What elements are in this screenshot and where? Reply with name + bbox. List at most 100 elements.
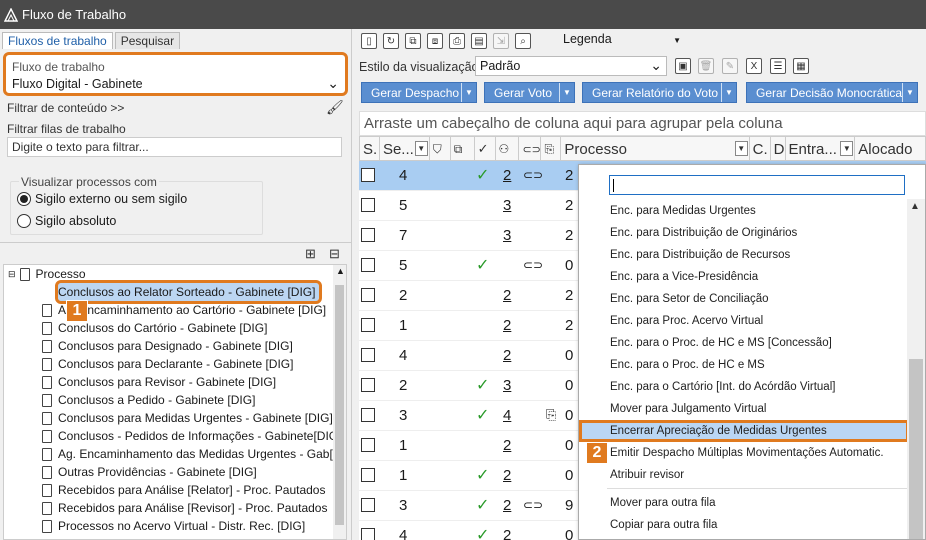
col-processo[interactable]: Processo ▼ bbox=[561, 137, 750, 161]
menu-item[interactable]: Enc. para Setor de Conciliação bbox=[579, 288, 909, 310]
collapse-icon[interactable]: ⊟ bbox=[8, 269, 16, 280]
menu-item[interactable]: Emitir Despacho Múltiplas Movimentações … bbox=[579, 442, 909, 464]
col-d[interactable]: D bbox=[771, 137, 786, 161]
col-check[interactable]: ✓ bbox=[475, 137, 496, 161]
menu-item[interactable]: Copiar para outra fila bbox=[579, 514, 909, 536]
dropdown-arrow-icon[interactable]: ▼ bbox=[840, 141, 854, 156]
tab-fluxos[interactable]: Fluxos de trabalho bbox=[2, 32, 113, 49]
dropdown-arrow-icon[interactable]: ▼ bbox=[721, 83, 736, 102]
row-checkbox[interactable] bbox=[361, 258, 375, 272]
menu-item[interactable]: Mover para Julgamento Virtual bbox=[579, 398, 909, 420]
col-alocado[interactable]: Alocado bbox=[855, 137, 925, 161]
tab-pesquisar[interactable]: Pesquisar bbox=[114, 32, 181, 49]
share-icon[interactable]: ⇲ bbox=[493, 33, 509, 49]
scroll-up-icon[interactable]: ▲ bbox=[336, 266, 345, 276]
count-link[interactable]: 3 bbox=[503, 377, 511, 394]
menu-item[interactable]: Mover para outra fila bbox=[579, 492, 909, 514]
dropdown-arrow-icon[interactable]: ▼ bbox=[902, 83, 917, 102]
menu-item[interactable]: Enc. para a Vice-Presidência bbox=[579, 266, 909, 288]
menu-scrollbar[interactable]: ▲ bbox=[907, 199, 925, 539]
row-checkbox[interactable] bbox=[361, 498, 375, 512]
count-link[interactable]: 2 bbox=[503, 437, 511, 454]
tree-item[interactable]: Recebidos para Análise [Relator] - Proc.… bbox=[42, 481, 325, 499]
menu-item[interactable]: Enc. para o Proc. de HC e MS bbox=[579, 354, 909, 376]
tree-item[interactable]: Conclusos para Designado - Gabinete [DIG… bbox=[42, 337, 293, 355]
tree-item[interactable]: Conclusos ao Relator Sorteado - Gabinete… bbox=[54, 280, 323, 304]
menu-item[interactable]: Enc. para Proc. Acervo Virtual bbox=[579, 310, 909, 332]
gerar-despacho-button[interactable]: Gerar Despacho ▼ bbox=[361, 82, 477, 103]
count-link[interactable]: 2 bbox=[503, 167, 511, 184]
gerar-decisao-button[interactable]: Gerar Decisão Monocrática ▼ bbox=[746, 82, 918, 103]
row-checkbox[interactable] bbox=[361, 378, 375, 392]
col-entrada[interactable]: Entra... ▼ bbox=[786, 137, 856, 161]
col-s[interactable]: S. bbox=[360, 137, 380, 161]
count-link[interactable]: 2 bbox=[503, 497, 511, 514]
col-seq[interactable]: Se... ▼ bbox=[380, 137, 430, 161]
scroll-thumb[interactable] bbox=[335, 285, 344, 525]
gerar-voto-button[interactable]: Gerar Voto ▼ bbox=[484, 82, 575, 103]
dropdown-arrow-icon[interactable]: ▼ bbox=[734, 141, 748, 156]
col-copy[interactable]: ⧉ bbox=[451, 137, 475, 161]
row-checkbox[interactable] bbox=[361, 348, 375, 362]
radio-sigilo-absoluto[interactable]: Sigilo absoluto bbox=[17, 214, 116, 228]
excel-icon[interactable]: X bbox=[746, 58, 762, 74]
menu-item[interactable]: Enc. para o Proc. de HC e MS [Concessão] bbox=[579, 332, 909, 354]
count-link[interactable]: 2 bbox=[503, 287, 511, 304]
count-link[interactable]: 2 bbox=[503, 527, 511, 540]
row-checkbox[interactable] bbox=[361, 288, 375, 302]
row-checkbox[interactable] bbox=[361, 228, 375, 242]
tree-item[interactable]: Conclusos para Revisor - Gabinete [DIG] bbox=[42, 373, 276, 391]
tree-item[interactable]: Recebidos para Análise [Revisor] - Proc.… bbox=[42, 499, 327, 517]
menu-item[interactable]: Atribuir revisor bbox=[579, 464, 909, 486]
radio-sigilo-externo[interactable]: Sigilo externo ou sem sigilo bbox=[17, 192, 187, 206]
tree-scrollbar[interactable]: ▲ bbox=[333, 265, 346, 539]
count-link[interactable]: 3 bbox=[503, 227, 511, 244]
col-attach[interactable]: ⎘ bbox=[541, 137, 562, 161]
menu-item[interactable]: Enc. para o Cartório [Int. do Acórdão Vi… bbox=[579, 376, 909, 398]
new-document-icon[interactable]: ▯ bbox=[361, 33, 377, 49]
menu-item[interactable]: Enc. para Medidas Urgentes bbox=[579, 200, 909, 222]
print-icon[interactable]: ▤ bbox=[471, 33, 487, 49]
search-person-icon[interactable]: ⌕ bbox=[515, 33, 531, 49]
tree-item[interactable]: Processos no Acervo Virtual - Distr. Rec… bbox=[42, 517, 305, 535]
tree-root[interactable]: ⊟ Processo bbox=[8, 265, 86, 283]
col-c[interactable]: C. bbox=[750, 137, 771, 161]
expand-tree-icon[interactable]: ⊞ bbox=[305, 246, 316, 262]
chevron-down-icon[interactable]: ⌄ bbox=[327, 75, 339, 92]
menu-item[interactable]: Enc. para Distribuição de Recursos bbox=[579, 244, 909, 266]
columns-icon[interactable]: ☰ bbox=[770, 58, 786, 74]
row-checkbox[interactable] bbox=[361, 168, 375, 182]
row-checkbox[interactable] bbox=[361, 438, 375, 452]
row-checkbox[interactable] bbox=[361, 198, 375, 212]
tree-item[interactable]: Conclusos para Medidas Urgentes - Gabine… bbox=[42, 409, 333, 427]
row-checkbox[interactable] bbox=[361, 408, 375, 422]
duplicate-icon[interactable]: ⧈ bbox=[427, 33, 443, 49]
attach-icon[interactable]: ⎙ bbox=[449, 33, 465, 49]
content-filter-link[interactable]: Filtrar de conteúdo >> bbox=[7, 101, 124, 115]
menu-item[interactable]: Enc. para Distribuição de Originários bbox=[579, 222, 909, 244]
count-link[interactable]: 2 bbox=[503, 317, 511, 334]
group-by-area[interactable]: Arraste um cabeçalho de coluna aqui para… bbox=[359, 111, 926, 136]
count-link[interactable]: 4 bbox=[503, 407, 511, 424]
queue-filter-input[interactable]: Digite o texto para filtrar... bbox=[7, 137, 342, 157]
style-select[interactable]: Padrão ⌄ bbox=[475, 56, 667, 76]
scroll-thumb[interactable] bbox=[909, 359, 923, 539]
brush-icon[interactable]: 🖌 bbox=[326, 99, 344, 116]
row-checkbox[interactable] bbox=[361, 318, 375, 332]
menu-search-input[interactable] bbox=[609, 175, 905, 195]
tree-item[interactable]: Outras Providências - Gabinete [DIG] bbox=[42, 463, 257, 481]
save-icon[interactable]: ▣ bbox=[675, 58, 691, 74]
delete-icon[interactable]: 🗑 bbox=[698, 58, 714, 74]
dropdown-arrow-icon[interactable]: ▼ bbox=[559, 83, 574, 102]
edit-icon[interactable]: ✎ bbox=[722, 58, 738, 74]
flow-select[interactable]: Fluxo de trabalho Fluxo Digital - Gabine… bbox=[3, 52, 348, 96]
legend-dropdown[interactable]: Legenda ▼ bbox=[563, 32, 681, 46]
count-link[interactable]: 3 bbox=[503, 197, 511, 214]
scroll-up-icon[interactable]: ▲ bbox=[910, 201, 920, 212]
col-bookmark[interactable]: ⛉ bbox=[430, 137, 451, 161]
tree-item[interactable]: Conclusos para Declarante - Gabinete [DI… bbox=[42, 355, 293, 373]
tree-item[interactable]: Conclusos a Pedido - Gabinete [DIG] bbox=[42, 391, 255, 409]
dropdown-arrow-icon[interactable]: ▼ bbox=[414, 141, 428, 156]
tree-item[interactable]: Ag. Encaminhamento das Medidas Urgentes … bbox=[42, 445, 346, 463]
copy-icon[interactable]: ⧉ bbox=[405, 33, 421, 49]
